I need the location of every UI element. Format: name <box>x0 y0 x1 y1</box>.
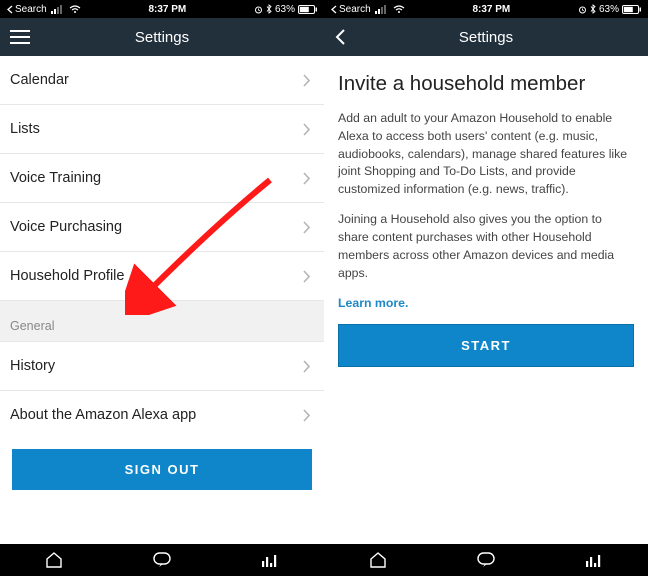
header-title: Settings <box>459 29 513 46</box>
tab-music[interactable] <box>260 551 280 569</box>
back-to-app-button[interactable]: Search <box>6 4 47 15</box>
back-to-app-button[interactable]: Search <box>330 4 371 15</box>
chevron-right-icon <box>302 270 310 283</box>
tab-chat[interactable] <box>476 551 496 569</box>
chat-icon <box>476 551 496 569</box>
wifi-icon <box>69 5 81 14</box>
row-voice-purchasing[interactable]: Voice Purchasing <box>0 203 324 252</box>
tab-bar <box>0 544 324 576</box>
back-to-app-label: Search <box>339 4 371 15</box>
row-label: Voice Purchasing <box>10 219 122 235</box>
start-button[interactable]: START <box>338 324 634 367</box>
sign-out-button[interactable]: SIGN OUT <box>12 449 312 490</box>
status-time: 8:37 PM <box>405 4 578 15</box>
battery-icon <box>622 5 642 14</box>
description-1: Add an adult to your Amazon Household to… <box>338 110 634 199</box>
row-label: Voice Training <box>10 170 101 186</box>
chevron-right-icon <box>302 74 310 87</box>
tab-home[interactable] <box>44 551 64 569</box>
chevron-right-icon <box>302 409 310 422</box>
alarm-icon <box>254 5 263 14</box>
row-label: Household Profile <box>10 268 124 284</box>
household-detail: Invite a household member Add an adult t… <box>324 56 648 544</box>
tab-music[interactable] <box>584 551 604 569</box>
header-title: Settings <box>135 29 189 46</box>
app-header: Settings <box>324 18 648 56</box>
settings-list[interactable]: Calendar Lists Voice Training Voice Purc… <box>0 56 324 544</box>
menu-button[interactable] <box>10 30 30 44</box>
status-bar: Search 8:37 PM 63% <box>324 0 648 18</box>
phone-left: Search 8:37 PM 63% Settings Calendar <box>0 0 324 576</box>
chat-icon <box>152 551 172 569</box>
tab-home[interactable] <box>368 551 388 569</box>
home-icon <box>44 551 64 569</box>
status-time: 8:37 PM <box>81 4 254 15</box>
cell-signal-icon <box>51 5 65 14</box>
row-calendar[interactable]: Calendar <box>0 56 324 105</box>
bluetooth-icon <box>590 4 596 14</box>
alarm-icon <box>578 5 587 14</box>
battery-icon <box>298 5 318 14</box>
hamburger-icon <box>10 30 30 44</box>
chevron-right-icon <box>302 172 310 185</box>
equalizer-icon <box>584 551 604 569</box>
row-lists[interactable]: Lists <box>0 105 324 154</box>
chevron-right-icon <box>302 360 310 373</box>
chevron-right-icon <box>302 221 310 234</box>
description-2: Joining a Household also gives you the o… <box>338 211 634 282</box>
learn-more-link[interactable]: Learn more. <box>338 296 408 310</box>
cell-signal-icon <box>375 5 389 14</box>
back-button[interactable] <box>334 28 346 46</box>
home-icon <box>368 551 388 569</box>
row-household-profile[interactable]: Household Profile <box>0 252 324 301</box>
chevron-left-icon <box>334 28 346 46</box>
row-label: Lists <box>10 121 40 137</box>
bluetooth-icon <box>266 4 272 14</box>
row-label: About the Amazon Alexa app <box>10 407 196 423</box>
status-bar: Search 8:37 PM 63% <box>0 0 324 18</box>
chevron-right-icon <box>302 123 310 136</box>
back-to-app-label: Search <box>15 4 47 15</box>
wifi-icon <box>393 5 405 14</box>
battery-percent: 63% <box>275 4 295 15</box>
battery-percent: 63% <box>599 4 619 15</box>
tab-bar <box>324 544 648 576</box>
equalizer-icon <box>260 551 280 569</box>
row-label: Calendar <box>10 72 69 88</box>
tab-chat[interactable] <box>152 551 172 569</box>
row-history[interactable]: History <box>0 342 324 391</box>
app-header: Settings <box>0 18 324 56</box>
phone-right: Search 8:37 PM 63% Settings Invite a hou… <box>324 0 648 576</box>
sign-out-label: SIGN OUT <box>125 462 200 477</box>
row-label: History <box>10 358 55 374</box>
section-general: General <box>0 301 324 342</box>
row-about[interactable]: About the Amazon Alexa app <box>0 391 324 439</box>
page-title: Invite a household member <box>338 72 634 96</box>
start-label: START <box>461 338 511 353</box>
row-voice-training[interactable]: Voice Training <box>0 154 324 203</box>
